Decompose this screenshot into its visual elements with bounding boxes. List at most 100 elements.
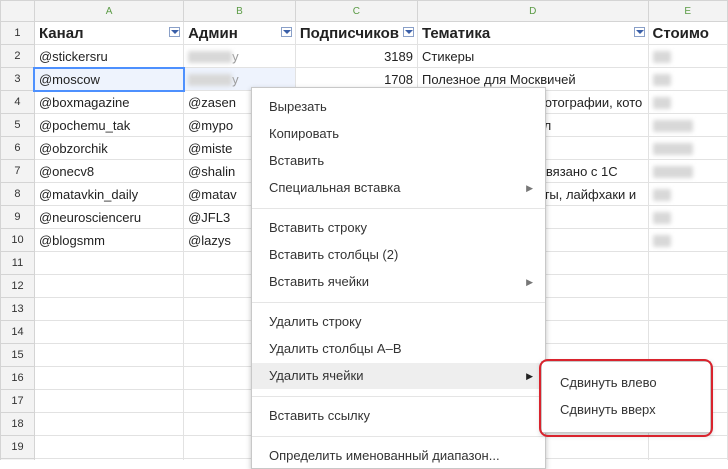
filter-dropdown-icon[interactable] xyxy=(633,27,645,37)
context-menu: Вырезать Копировать Вставить Специальная… xyxy=(251,87,546,469)
menu-divider xyxy=(252,302,545,303)
header-cell-channel[interactable]: Канал xyxy=(33,21,185,45)
row-header[interactable]: 13 xyxy=(0,297,35,321)
submenu-arrow-icon: ▶ xyxy=(526,371,533,381)
submenu-item-shift-up[interactable]: Сдвинуть вверх xyxy=(542,397,710,423)
filter-dropdown-icon[interactable] xyxy=(402,27,414,37)
empty-cell[interactable] xyxy=(33,412,185,436)
menu-item-insert-columns[interactable]: Вставить столбцы (2) xyxy=(252,242,545,268)
menu-item-insert-row[interactable]: Вставить строку xyxy=(252,215,545,241)
menu-item-cut[interactable]: Вырезать xyxy=(252,94,545,120)
menu-divider xyxy=(252,396,545,397)
row-header[interactable]: 8 xyxy=(0,182,35,206)
row-header[interactable]: 12 xyxy=(0,274,35,298)
row-header[interactable]: 14 xyxy=(0,320,35,344)
cell-channel[interactable]: @blogsmm xyxy=(33,228,185,252)
cell-channel[interactable]: @obzorchik xyxy=(33,136,185,160)
submenu-arrow-icon: ▶ xyxy=(526,277,533,287)
row-header[interactable]: 6 xyxy=(0,136,35,160)
cell-cost-blurred[interactable] xyxy=(647,159,728,183)
menu-item-paste-special[interactable]: Специальная вставка ▶ xyxy=(252,175,545,201)
empty-cell[interactable] xyxy=(647,320,728,344)
empty-cell[interactable] xyxy=(33,366,185,390)
header-cell-admin[interactable]: Админ xyxy=(183,21,296,45)
menu-item-delete-row[interactable]: Удалить строку xyxy=(252,309,545,335)
empty-cell[interactable] xyxy=(33,274,185,298)
row-header[interactable]: 3 xyxy=(0,67,35,91)
row-header[interactable]: 7 xyxy=(0,159,35,183)
empty-cell[interactable] xyxy=(647,297,728,321)
header-cell-cost[interactable]: Стоимо xyxy=(647,21,728,45)
menu-item-insert-link[interactable]: Вставить ссылку xyxy=(252,403,545,429)
row-header[interactable]: 4 xyxy=(0,90,35,114)
submenu-item-shift-left[interactable]: Сдвинуть влево xyxy=(542,370,710,396)
cell-theme[interactable]: Стикеры xyxy=(416,44,649,68)
column-header-c[interactable]: C xyxy=(294,0,418,22)
cell-channel[interactable]: @boxmagazine xyxy=(33,90,185,114)
blurred-text xyxy=(652,97,671,110)
empty-cell[interactable] xyxy=(647,274,728,298)
cell-channel[interactable]: @matavkin_daily xyxy=(33,182,185,206)
cell-cost-blurred[interactable] xyxy=(647,67,728,91)
cell-cost-blurred[interactable] xyxy=(647,44,728,68)
empty-cell[interactable] xyxy=(647,435,728,459)
cell-channel[interactable]: @neuroscienceru xyxy=(33,205,185,229)
cell-channel[interactable]: @stickersru xyxy=(33,44,185,68)
blurred-text xyxy=(652,166,693,179)
empty-cell[interactable] xyxy=(33,251,185,275)
filter-dropdown-icon[interactable] xyxy=(280,27,292,37)
empty-cell[interactable] xyxy=(33,435,185,459)
menu-item-define-named-range[interactable]: Определить именованный диапазон... xyxy=(252,443,545,469)
cell-cost-blurred[interactable] xyxy=(647,228,728,252)
row-header[interactable]: 9 xyxy=(0,205,35,229)
empty-cell[interactable] xyxy=(647,251,728,275)
menu-item-copy[interactable]: Копировать xyxy=(252,121,545,147)
cell-cost-blurred[interactable] xyxy=(647,113,728,137)
menu-item-delete-cells[interactable]: Удалить ячейки ▶ xyxy=(252,363,545,389)
blurred-text xyxy=(652,235,671,248)
cell-channel[interactable]: @pochemu_tak xyxy=(33,113,185,137)
empty-cell[interactable] xyxy=(33,389,185,413)
empty-cell[interactable] xyxy=(33,320,185,344)
row-header[interactable]: 18 xyxy=(0,412,35,436)
filter-dropdown-icon[interactable] xyxy=(169,27,181,37)
row-header[interactable]: 11 xyxy=(0,251,35,275)
submenu-item-label: Сдвинуть вверх xyxy=(560,402,656,417)
column-header-d[interactable]: D xyxy=(416,0,649,22)
menu-item-delete-columns[interactable]: Удалить столбцы A–B xyxy=(252,336,545,362)
header-cell-subscribers[interactable]: Подписчиков xyxy=(294,21,418,45)
row-header[interactable]: 17 xyxy=(0,389,35,413)
menu-item-label: Вставить xyxy=(269,153,325,168)
blurred-text xyxy=(652,143,693,156)
row-header[interactable]: 10 xyxy=(0,228,35,252)
cell-cost-blurred[interactable] xyxy=(647,182,728,206)
menu-item-paste[interactable]: Вставить xyxy=(252,148,545,174)
header-label: Стоимо xyxy=(652,24,709,42)
menu-item-insert-cells[interactable]: Вставить ячейки ▶ xyxy=(252,269,545,295)
cell-subscribers[interactable]: 3189 xyxy=(294,44,418,68)
row-header[interactable]: 2 xyxy=(0,44,35,68)
header-cell-theme[interactable]: Тематика xyxy=(416,21,649,45)
menu-item-label: Вставить столбцы (2) xyxy=(269,247,399,262)
header-label: Админ xyxy=(188,24,238,42)
cell-admin-blurred[interactable]: y xyxy=(183,44,296,68)
row-header[interactable]: 5 xyxy=(0,113,35,137)
cell-channel-selected[interactable]: @moscow xyxy=(33,66,185,92)
cell-cost-blurred[interactable] xyxy=(647,136,728,160)
column-header-a[interactable]: A xyxy=(33,0,185,22)
cell-cost-blurred[interactable] xyxy=(647,90,728,114)
select-all-corner[interactable] xyxy=(0,0,35,22)
cell-channel[interactable]: @onecv8 xyxy=(33,159,185,183)
blurred-text xyxy=(188,74,233,87)
menu-item-label: Вставить ячейки xyxy=(269,274,369,289)
column-header-e[interactable]: E xyxy=(647,0,728,22)
row-header[interactable]: 1 xyxy=(0,21,35,45)
row-header[interactable]: 19 xyxy=(0,435,35,459)
cell-cost-blurred[interactable] xyxy=(647,205,728,229)
header-label: Подписчиков xyxy=(299,24,399,42)
empty-cell[interactable] xyxy=(33,297,185,321)
row-header[interactable]: 15 xyxy=(0,343,35,367)
column-header-b[interactable]: B xyxy=(183,0,296,22)
empty-cell[interactable] xyxy=(33,343,185,367)
row-header[interactable]: 16 xyxy=(0,366,35,390)
